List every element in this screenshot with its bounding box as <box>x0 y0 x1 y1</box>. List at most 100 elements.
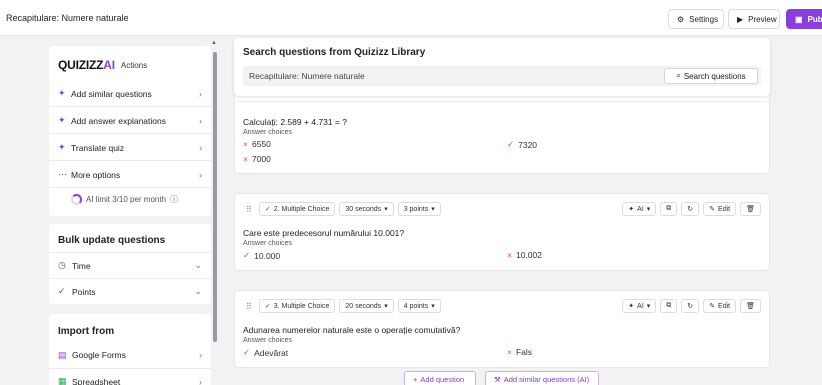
question-toolbar: ⠿ ✓ 3. Multiple Choice 20 seconds ▾ 4 poin… <box>243 299 441 313</box>
quizizz-ai-logo: QUIZIZZAI Actions <box>58 58 147 72</box>
add-question-label: Add question <box>420 374 465 384</box>
library-search-panel: Search questions from Quizizz Library ⌕ … <box>234 38 770 96</box>
points-dropdown[interactable]: 4 points ▾ <box>397 299 441 313</box>
item-label: Add answer explanations <box>71 115 166 126</box>
answer-choice: × 6550 <box>243 139 271 149</box>
bulk-update-title: Bulk update questions <box>58 235 166 246</box>
ai-limit-indicator: AI limit 3/10 per month ⓘ <box>71 194 178 205</box>
import-google-forms-item[interactable]: ▤ Google Forms › <box>49 342 211 368</box>
delete-button[interactable]: 🗑 <box>740 299 761 313</box>
question-tools: ✦ AI ▾ ⧉ ↻ ✎ Edit 🗑 <box>622 299 761 313</box>
points-label: 4 points <box>403 302 429 310</box>
question-card-2: ⠿ ✓ 2. Multiple Choice 30 seconds ▾ 3 poin… <box>234 193 770 271</box>
chevron-right-icon: › <box>199 169 202 180</box>
refresh-button[interactable]: ↻ <box>681 299 700 313</box>
chevron-down-icon: ⌄ <box>194 260 202 270</box>
actions-label: Actions <box>120 60 148 70</box>
ai-dropdown[interactable]: ✦ AI ▾ <box>622 299 657 313</box>
chevron-right-icon: › <box>199 115 202 126</box>
question-card-3: ⠿ ✓ 3. Multiple Choice 20 seconds ▾ 4 poin… <box>234 290 770 368</box>
add-similar-questions-item[interactable]: ✦ Add similar questions › <box>49 81 211 107</box>
spreadsheet-icon: ▦ <box>58 376 67 385</box>
drag-handle-icon[interactable]: ⠿ <box>243 205 255 214</box>
search-questions-button[interactable]: ⌕ Search questions <box>664 68 758 84</box>
time-dropdown[interactable]: 20 seconds ▾ <box>339 299 394 313</box>
drag-handle-icon[interactable]: ⠿ <box>243 302 255 311</box>
check-icon: ✓ <box>507 139 515 149</box>
ai-label: AI <box>637 205 644 213</box>
import-panel: Import from ▤ Google Forms › ▦ Spreadshe… <box>49 314 211 385</box>
sparkle-icon: ✦ <box>58 142 66 152</box>
answer-choices-label: Answer choices <box>243 240 293 247</box>
left-panel-scrollbar[interactable] <box>213 52 217 342</box>
import-title: Import from <box>58 326 115 337</box>
duplicate-button[interactable]: ⧉ <box>660 202 678 216</box>
search-panel-title: Search questions from Quizizz Library <box>243 47 426 58</box>
caret-down-icon: ▾ <box>431 206 435 213</box>
scroll-up-icon[interactable]: ▲ <box>211 40 217 46</box>
cross-icon: × <box>243 139 248 149</box>
answer-choice: ✓ 7320 <box>507 139 537 150</box>
question-tools: ✦ AI ▾ ⧉ ↻ ✎ Edit 🗑 <box>622 202 761 216</box>
choice-text: 7000 <box>251 154 271 164</box>
search-button-label: Search questions <box>683 71 746 81</box>
chevron-right-icon: › <box>199 350 202 360</box>
settings-button[interactable]: ⚙ Settings <box>668 9 724 29</box>
caret-down-icon: ▾ <box>431 303 435 310</box>
ai-dropdown[interactable]: ✦ AI ▾ <box>622 202 657 216</box>
add-question-button[interactable]: + Add question <box>404 371 476 385</box>
google-forms-icon: ▤ <box>58 349 67 360</box>
question-type-pill[interactable]: ✓ 2. Multiple Choice <box>258 202 336 216</box>
choice-text: 10.000 <box>254 250 281 261</box>
caret-down-icon: ▾ <box>646 303 651 310</box>
add-similar-questions-button[interactable]: ⚒ Add similar questions (AI) <box>485 371 599 385</box>
delete-button[interactable]: 🗑 <box>740 202 761 216</box>
time-dropdown[interactable]: 30 seconds ▾ <box>339 202 394 216</box>
translate-quiz-item[interactable]: ✦ Translate quiz › <box>49 135 211 161</box>
cross-icon: × <box>507 250 512 260</box>
refresh-icon: ↻ <box>687 206 694 213</box>
item-label: More options <box>71 169 121 180</box>
points-label: 3 points <box>403 205 429 213</box>
edit-label: Edit <box>718 205 731 213</box>
ai-label: AI <box>637 302 644 310</box>
more-options-item[interactable]: ⋯ More options › <box>49 162 211 188</box>
search-icon: ⌕ <box>676 71 681 80</box>
question-card-1: Calculați: 2.589 + 4.731 = ? Answer choi… <box>234 92 771 174</box>
info-icon[interactable]: ⓘ <box>170 194 178 205</box>
points-dropdown[interactable]: 3 points ▾ <box>397 202 441 216</box>
sparkle-icon: ✦ <box>628 303 635 310</box>
question-text: Calculați: 2.589 + 4.731 = ? <box>243 117 347 127</box>
pencil-icon: ✎ <box>709 206 716 213</box>
item-label: Translate quiz <box>71 142 125 153</box>
edit-button[interactable]: ✎ Edit <box>703 299 737 313</box>
plus-icon: + <box>413 374 418 384</box>
edit-button[interactable]: ✎ Edit <box>703 202 737 216</box>
choice-text: 7320 <box>518 139 538 150</box>
bulk-update-panel: Bulk update questions ◷ Time ⌄ ✓ Points … <box>49 224 211 304</box>
play-icon: ▶ <box>737 14 744 24</box>
choice-text: Adevărat <box>254 347 289 358</box>
refresh-button[interactable]: ↻ <box>681 202 700 216</box>
publish-label: Publi <box>807 14 822 24</box>
duplicate-button[interactable]: ⧉ <box>660 299 678 313</box>
question-type-pill[interactable]: ✓ 3. Multiple Choice <box>258 299 336 313</box>
bulk-points-item[interactable]: ✓ Points ⌄ <box>49 278 211 304</box>
answer-choice: × 7000 <box>243 154 271 164</box>
clock-icon: ◷ <box>58 260 66 270</box>
bulk-time-item[interactable]: ◷ Time ⌄ <box>49 252 211 278</box>
preview-button[interactable]: ▶ Preview <box>728 9 780 29</box>
publish-button[interactable]: ▣ Publi <box>786 9 822 29</box>
settings-label: Settings <box>689 14 719 24</box>
sparkle-icon: ✦ <box>58 88 66 98</box>
magic-wand-icon: ⚒ <box>494 374 501 384</box>
chevron-right-icon: › <box>199 376 202 385</box>
import-spreadsheet-item[interactable]: ▦ Spreadsheet › <box>49 368 211 385</box>
add-answer-explanations-item[interactable]: ✦ Add answer explanations › <box>49 108 211 134</box>
trash-icon: 🗑 <box>746 303 755 310</box>
answer-choice: ✓ 10.000 <box>243 250 280 261</box>
gear-icon: ⚙ <box>677 14 685 24</box>
type-label: 2. Multiple Choice <box>273 205 330 213</box>
cross-icon: × <box>507 347 512 357</box>
item-label: Spreadsheet <box>72 376 121 385</box>
